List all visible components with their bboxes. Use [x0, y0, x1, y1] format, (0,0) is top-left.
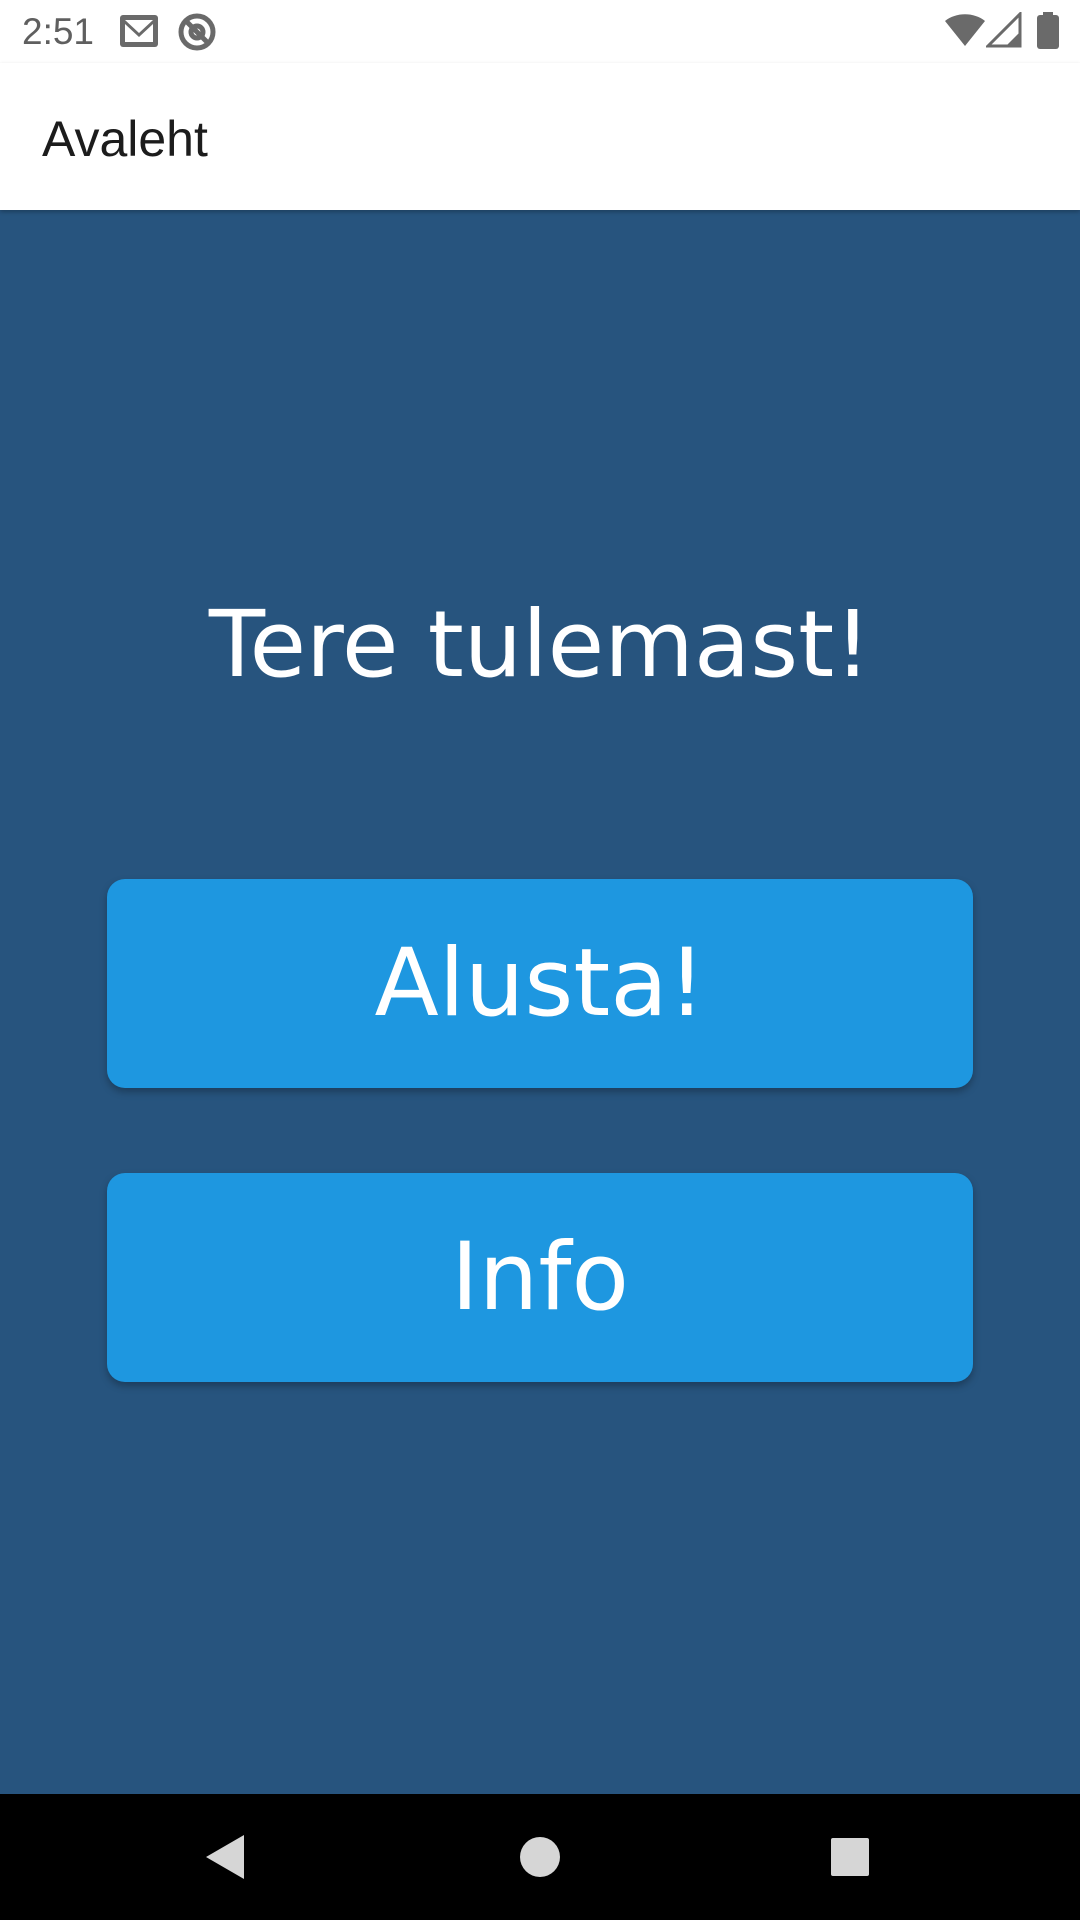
start-button[interactable]: Alusta!	[107, 879, 973, 1088]
page-title: Avaleht	[42, 111, 208, 167]
gmail-icon	[118, 12, 160, 55]
at-sign-icon	[177, 12, 217, 57]
status-bar: 2:51	[0, 0, 1080, 63]
wifi-icon	[944, 12, 986, 53]
screen: 2:51 Avaleht Tere tulemast! Alusta! Info	[0, 0, 1080, 1920]
signal-icon	[984, 10, 1022, 53]
battery-icon	[1036, 12, 1060, 55]
app-bar: Avaleht	[0, 63, 1080, 210]
navigation-bar	[0, 1794, 1080, 1920]
info-button[interactable]: Info	[107, 1173, 973, 1382]
recents-icon[interactable]	[820, 1827, 880, 1887]
main-content: Tere tulemast! Alusta! Info	[0, 210, 1080, 1794]
back-icon[interactable]	[196, 1827, 256, 1887]
home-icon[interactable]	[510, 1827, 570, 1887]
start-button-label: Alusta!	[374, 929, 706, 1038]
status-time: 2:51	[22, 11, 95, 52]
info-button-label: Info	[451, 1223, 629, 1332]
welcome-text: Tere tulemast!	[208, 591, 872, 698]
